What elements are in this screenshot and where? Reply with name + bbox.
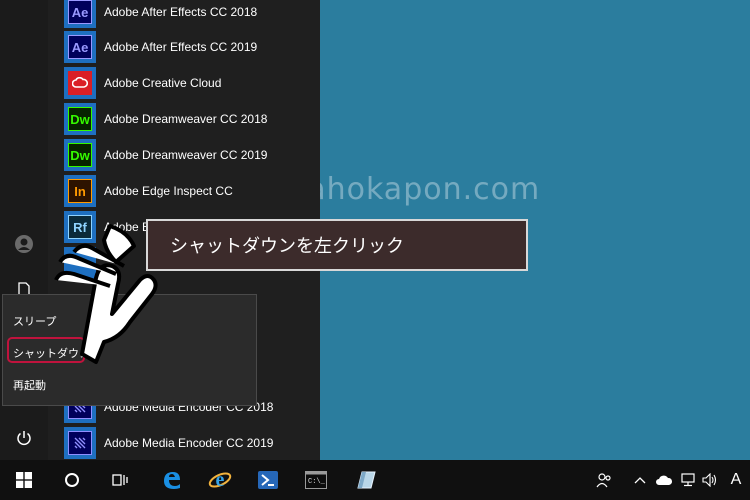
media-encoder-icon xyxy=(68,431,92,455)
dreamweaver-icon: Dw xyxy=(68,143,92,167)
powershell-icon xyxy=(258,471,278,489)
system-tray: A xyxy=(580,460,750,500)
app-name: Adobe Dreamweaver CC 2018 xyxy=(104,112,268,126)
windows-logo-icon xyxy=(16,472,32,488)
dreamweaver-icon: Dw xyxy=(68,107,92,131)
people-icon[interactable] xyxy=(594,470,614,490)
edge-inspect-icon: In xyxy=(68,179,92,203)
svg-text:e: e xyxy=(216,469,225,491)
app-item[interactable]: Adobe Media Encoder CC 2019 xyxy=(64,427,273,459)
app-item[interactable]: Adobe Creative Cloud xyxy=(64,67,221,99)
after-effects-icon: Ae xyxy=(68,0,92,24)
instruction-callout: シャットダウンを左クリック xyxy=(146,219,528,271)
app-item[interactable]: Ae Adobe After Effects CC 2018 xyxy=(64,0,257,28)
app-item[interactable]: In Adobe Edge Inspect CC xyxy=(64,175,233,207)
cortana-button[interactable] xyxy=(48,460,96,500)
internet-explorer-button[interactable]: e xyxy=(196,460,244,500)
chevron-up-icon[interactable] xyxy=(632,470,648,490)
taskbar: e C:\_ A xyxy=(0,460,750,500)
task-view-icon xyxy=(112,474,128,486)
app-name: Adobe After Effects CC 2018 xyxy=(104,5,258,19)
command-prompt-button[interactable]: C:\_ xyxy=(292,460,340,500)
onedrive-icon[interactable] xyxy=(654,470,674,490)
network-icon[interactable] xyxy=(678,470,698,490)
restart-menu-item[interactable]: 再起動 xyxy=(13,377,46,393)
creative-cloud-icon xyxy=(68,71,92,95)
app-item[interactable]: Dw Adobe Dreamweaver CC 2018 xyxy=(64,103,267,135)
volume-icon[interactable] xyxy=(700,470,720,490)
unknown-app-icon xyxy=(357,471,376,489)
callout-text: シャットダウンを左クリック xyxy=(170,236,404,257)
app-name: Adobe Creative Cloud xyxy=(104,76,222,90)
pointing-hand-icon xyxy=(54,224,158,364)
internet-explorer-icon: e xyxy=(208,469,232,491)
start-button[interactable] xyxy=(0,460,48,500)
power-icon[interactable] xyxy=(14,428,34,448)
cortana-icon xyxy=(65,473,79,487)
edge-icon xyxy=(164,472,180,489)
app-item[interactable]: Dw Adobe Dreamweaver CC 2019 xyxy=(64,139,267,171)
edge-button[interactable] xyxy=(148,460,196,500)
app-name: Adobe After Effects CC 2019 xyxy=(104,40,258,54)
after-effects-icon: Ae xyxy=(68,35,92,59)
user-icon[interactable] xyxy=(14,234,34,254)
command-prompt-icon: C:\_ xyxy=(305,471,327,489)
svg-text:C:\_: C:\_ xyxy=(308,478,326,486)
task-view-button[interactable] xyxy=(96,460,144,500)
pinned-app-button[interactable] xyxy=(342,460,390,500)
app-name: Adobe Edge Inspect CC xyxy=(104,184,233,198)
app-name: Adobe Dreamweaver CC 2019 xyxy=(104,148,268,162)
ime-indicator[interactable]: A xyxy=(726,470,746,490)
powershell-button[interactable] xyxy=(244,460,292,500)
app-item[interactable]: Ae Adobe After Effects CC 2019 xyxy=(64,31,257,63)
app-name: Adobe Media Encoder CC 2019 xyxy=(104,436,274,450)
